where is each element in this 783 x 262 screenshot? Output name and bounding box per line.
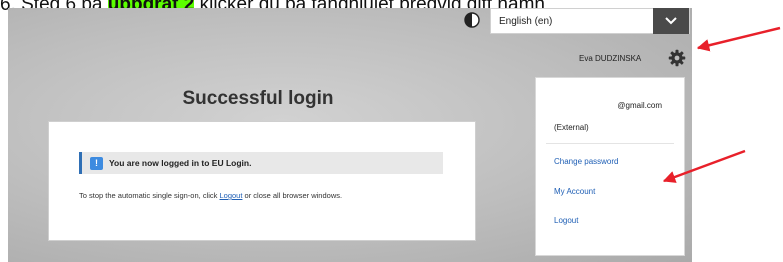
language-select-value: English (en) (499, 15, 553, 27)
user-email: @gmail.com (617, 101, 662, 110)
login-card: ! You are now logged in to EU Login. To … (48, 121, 476, 241)
user-type: (External) (554, 123, 589, 132)
language-select-toggle[interactable] (653, 8, 689, 34)
login-screen: English (en) Eva DUDZINSKA Successful lo… (8, 8, 692, 262)
info-icon: ! (90, 156, 103, 170)
language-select[interactable]: English (en) (490, 8, 690, 34)
login-notice: ! You are now logged in to EU Login. (79, 152, 443, 174)
user-menu-dropdown: @gmail.com (External) Change password My… (535, 77, 685, 256)
gear-icon[interactable] (668, 49, 686, 67)
chevron-down-icon (665, 17, 677, 25)
menu-item-my-account[interactable]: My Account (554, 187, 595, 196)
contrast-icon[interactable] (464, 12, 480, 28)
arrow-to-gear (696, 26, 781, 52)
user-name: Eva DUDZINSKA (579, 54, 642, 63)
sso-text-before: To stop the automatic single sign-on, cl… (79, 191, 220, 200)
notice-text: You are now logged in to EU Login. (109, 158, 252, 168)
page-title: Successful login (182, 88, 334, 109)
sso-message: To stop the automatic single sign-on, cl… (79, 191, 342, 200)
menu-divider (546, 143, 674, 144)
menu-item-change-password[interactable]: Change password (554, 157, 618, 166)
menu-item-logout[interactable]: Logout (554, 216, 578, 225)
sso-text-after: or close all browser windows. (242, 191, 343, 200)
logout-link[interactable]: Logout (220, 191, 243, 200)
